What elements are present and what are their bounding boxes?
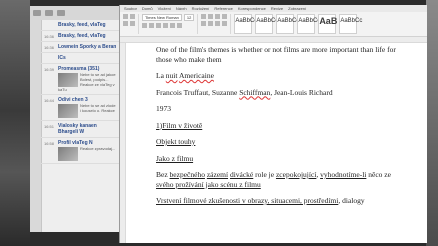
document-paragraph: La nuit Americaine [156, 71, 214, 80]
tab-design[interactable]: Návrh [176, 6, 187, 11]
sort-icon[interactable] [222, 14, 228, 19]
highlight-icon[interactable] [177, 23, 182, 28]
desktop-background-right [426, 0, 438, 246]
bullets-icon[interactable] [201, 14, 207, 19]
tab-mailings[interactable]: Korespondence [238, 6, 266, 11]
item-name: Lownein Sporky a Beran [58, 44, 117, 50]
format-painter-icon[interactable] [130, 21, 135, 26]
desktop-background [0, 0, 30, 246]
underline-icon[interactable] [156, 23, 161, 28]
clipboard-group [123, 14, 139, 34]
strikethrough-icon[interactable] [163, 23, 168, 28]
tab-review[interactable]: Revize [271, 6, 283, 11]
list-item[interactable]: 16:44 Odivi chen 3 Nebe to se ad zlode i… [41, 95, 120, 121]
tab-layout[interactable]: Rozložení [192, 6, 210, 11]
document-paragraph: 1973 [156, 104, 171, 113]
item-name: ICs [58, 55, 66, 61]
document-paragraph: Francois Truffaut, Suzanne Schiffman, Je… [156, 87, 333, 97]
italic-icon[interactable] [149, 23, 154, 28]
bold-icon[interactable] [142, 23, 147, 28]
item-name: Brasky, feed, vlaTeg [58, 22, 106, 28]
cut-icon[interactable] [130, 14, 135, 19]
list-item[interactable]: 16:58 Profil vlaTeg N Reakce zpravodaj..… [41, 138, 120, 164]
style-normal[interactable]: AaBbCcDd [234, 14, 265, 34]
paste-icon[interactable] [123, 14, 128, 19]
thumbnail-image[interactable] [58, 73, 78, 87]
item-time: 16:44 [44, 98, 55, 103]
item-name: Vialosky kanaen Bhargeli W [58, 123, 97, 135]
style-heading-1[interactable]: AaBbCc [276, 14, 299, 34]
font-color-icon[interactable] [170, 23, 175, 28]
align-center-icon[interactable] [208, 21, 214, 26]
tab-insert[interactable]: Vložení [158, 6, 171, 11]
item-time: 16:39 [44, 67, 55, 72]
word-window: Soubor Domů Vložení Návrh Rozložení Refe… [119, 5, 427, 243]
document-paragraph: Objekt touhy [156, 137, 196, 146]
chat-window: Brasky, feed, vlaTeg 16:36 Brasky, feed,… [30, 6, 121, 232]
tab-references[interactable]: Reference [214, 6, 232, 11]
list-item[interactable]: 16:36 Brasky, feed, vlaTeg [41, 31, 120, 42]
style-heading-2[interactable]: AaBbCcI [297, 14, 322, 34]
menu-icon[interactable] [33, 10, 41, 16]
document-paragraph: Bez bezpečného zázemí divácké role je zc… [156, 170, 391, 189]
tab-view[interactable]: Zobrazení [288, 6, 306, 11]
list-item[interactable]: ICs [41, 53, 120, 64]
font-size-select[interactable]: 12 [183, 14, 195, 21]
tab-file[interactable]: Soubor [124, 6, 137, 11]
document-paragraph: 1)Film v životě [156, 120, 203, 130]
align-right-icon[interactable] [215, 21, 221, 26]
list-item[interactable]: Brasky, feed, vlaTeg [41, 20, 120, 31]
justify-icon[interactable] [222, 21, 228, 26]
list-item[interactable]: 16:39 Promeasma (351) Nebe to se ad jako… [41, 64, 120, 95]
item-time [44, 55, 58, 61]
document-paragraph: Jako z filmu [156, 153, 194, 163]
chat-titlebar [30, 6, 120, 20]
compose-icon[interactable] [45, 10, 53, 16]
item-name: Brasky, feed, vlaTeg [58, 33, 106, 39]
numbering-icon[interactable] [208, 14, 214, 19]
style-no-spacing[interactable]: AaBbCcDd [255, 14, 286, 34]
refresh-icon[interactable] [57, 10, 65, 16]
ribbon-tabs: Soubor Domů Vložení Návrh Rozložení Refe… [120, 5, 427, 12]
item-time [44, 22, 58, 28]
font-group: Times New Roman 12 [142, 14, 199, 34]
list-item[interactable]: 16:51 Vialosky kanaen Bhargeli W [41, 121, 120, 138]
item-time: 16:36 [44, 45, 55, 50]
copy-icon[interactable] [123, 21, 128, 26]
horizontal-ruler[interactable] [120, 37, 427, 43]
font-name-select[interactable]: Times New Roman [142, 14, 182, 21]
tab-home[interactable]: Domů [142, 6, 153, 11]
document-page[interactable]: One of the film's themes is whether or n… [156, 45, 413, 213]
thumbnail-image[interactable] [58, 104, 78, 118]
ribbon: Times New Roman 12 AaBbCcDd AaBbCcDd AaB… [120, 12, 427, 37]
list-item[interactable]: 16:36 Lownein Sporky a Beran [41, 42, 120, 53]
document-paragraph: Vrstvení filmové zkušenosti v obrazy, si… [156, 196, 365, 205]
vertical-ruler[interactable] [120, 43, 126, 243]
item-time: 16:36 [44, 34, 55, 39]
paragraph-group [201, 14, 232, 34]
item-time: 16:51 [44, 124, 55, 129]
indent-icon[interactable] [215, 14, 221, 19]
chat-list: Brasky, feed, vlaTeg 16:36 Brasky, feed,… [41, 20, 120, 232]
document-paragraph: One of the film's themes is whether or n… [156, 45, 396, 64]
thumbnail-image[interactable] [58, 147, 78, 161]
item-time: 16:58 [44, 141, 55, 146]
align-left-icon[interactable] [201, 21, 207, 26]
style-subtitle[interactable]: AaBbCc [339, 14, 362, 34]
style-title[interactable]: AaB [318, 14, 337, 34]
